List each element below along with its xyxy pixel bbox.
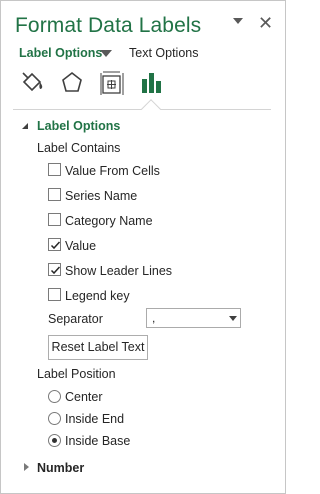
tab-label-options[interactable]: Label Options [19, 46, 102, 60]
center-label[interactable]: Center [65, 390, 103, 404]
effects-icon[interactable] [59, 69, 85, 97]
size-properties-icon[interactable] [99, 69, 125, 97]
reset-label-text-button[interactable]: Reset Label Text [48, 335, 148, 360]
value-checkbox[interactable] [48, 238, 61, 251]
show-leader-lines-checkbox[interactable] [48, 263, 61, 276]
checkmark-icon [50, 266, 61, 275]
show-leader-lines-label[interactable]: Show Leader Lines [65, 264, 172, 278]
separator-label: Separator [48, 312, 103, 326]
inside-base-label[interactable]: Inside Base [65, 434, 130, 448]
separator-value: , [152, 311, 156, 325]
section-label-options-header[interactable]: Label Options [37, 119, 120, 133]
close-icon[interactable]: ✕ [258, 13, 273, 33]
format-data-labels-pane: Format Data Labels ✕ Label Options Text … [0, 0, 286, 494]
legend-key-checkbox[interactable] [48, 288, 61, 301]
fill-line-icon[interactable] [20, 69, 46, 97]
category-name-label[interactable]: Category Name [65, 214, 153, 228]
expanded-triangle-icon[interactable] [22, 123, 28, 129]
collapsed-triangle-icon[interactable] [24, 463, 29, 471]
pane-title: Format Data Labels [15, 14, 202, 37]
label-options-icon[interactable] [139, 69, 165, 97]
chevron-down-icon[interactable] [100, 50, 112, 57]
label-contains-heading: Label Contains [37, 141, 121, 155]
value-from-cells-checkbox[interactable] [48, 163, 61, 176]
center-radio[interactable] [48, 390, 61, 403]
separator-select[interactable]: , [146, 308, 241, 328]
checkmark-icon [50, 241, 61, 250]
inside-end-radio[interactable] [48, 412, 61, 425]
selected-tab-indicator [141, 99, 161, 119]
category-name-checkbox[interactable] [48, 213, 61, 226]
value-from-cells-label[interactable]: Value From Cells [65, 164, 160, 178]
legend-key-label[interactable]: Legend key [65, 289, 130, 303]
series-name-checkbox[interactable] [48, 188, 61, 201]
chevron-down-icon[interactable] [229, 316, 237, 321]
series-name-label[interactable]: Series Name [65, 189, 137, 203]
label-position-heading: Label Position [37, 367, 116, 381]
inside-end-label[interactable]: Inside End [65, 412, 124, 426]
value-label[interactable]: Value [65, 239, 96, 253]
pane-options-dropdown-icon[interactable] [233, 18, 243, 24]
inside-base-radio[interactable] [48, 434, 61, 447]
section-number-header[interactable]: Number [37, 461, 84, 475]
radio-selected-dot [52, 438, 57, 443]
tab-text-options[interactable]: Text Options [129, 46, 198, 60]
